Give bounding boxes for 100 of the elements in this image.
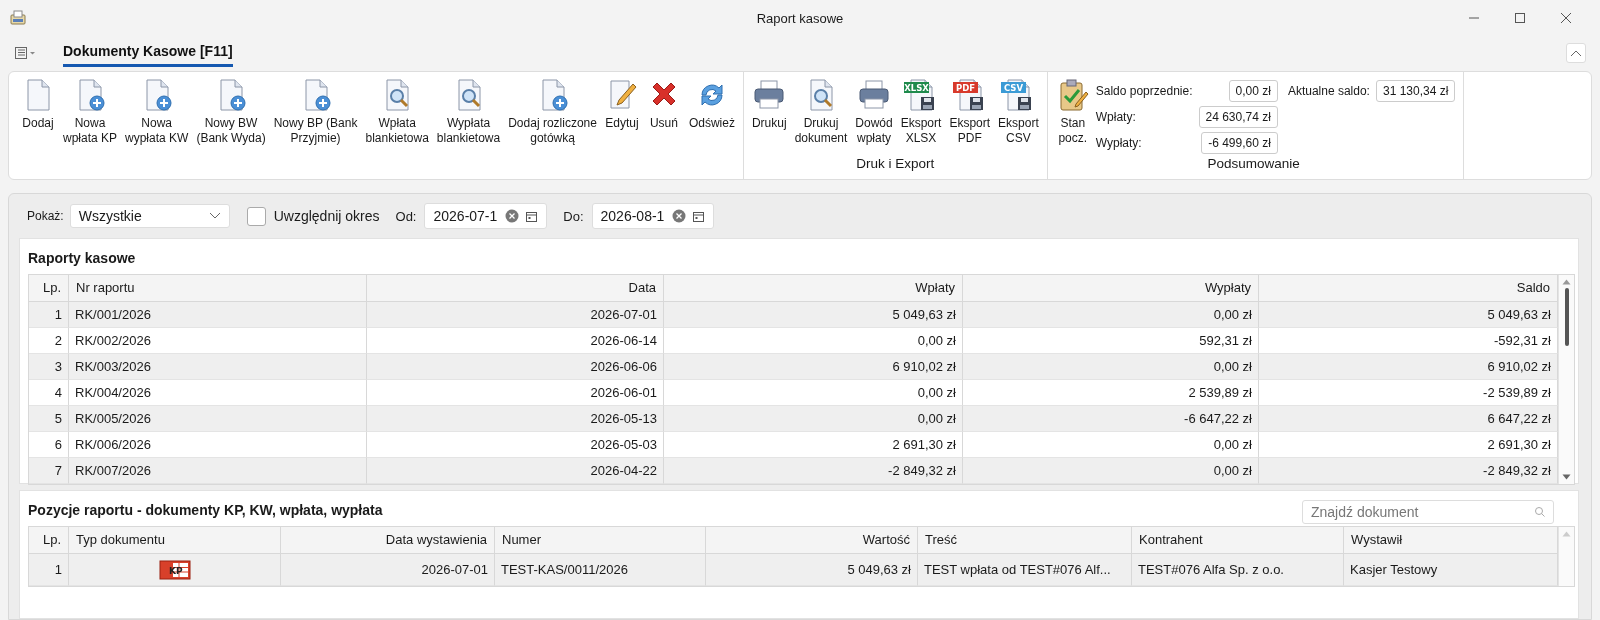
table-cell: 6 910,02 zł xyxy=(1259,354,1558,380)
summary-label: Wpłaty: xyxy=(1095,110,1137,124)
ribbon-button[interactable]: Dodaj rozliczone gotówką xyxy=(504,72,601,179)
menu-icon[interactable] xyxy=(14,45,38,60)
summary-label: Saldo poprzednie: xyxy=(1095,84,1193,98)
ribbon-button[interactable]: PDF Eksport PDF xyxy=(945,72,995,156)
clear-icon[interactable] xyxy=(672,209,687,223)
summary-label: Wypłaty: xyxy=(1095,136,1143,150)
calendar-icon[interactable] xyxy=(692,209,706,223)
collapse-button[interactable] xyxy=(1566,42,1586,63)
search-field[interactable]: Znajdź dokument xyxy=(1302,499,1554,524)
ribbon-button[interactable]: Dodaj xyxy=(17,72,59,179)
table-cell: -2 849,32 zł xyxy=(664,458,963,484)
table-cell: 5 049,63 zł xyxy=(664,302,963,328)
column-header[interactable]: Lp. xyxy=(29,275,69,302)
table-cell: -6 647,22 zł xyxy=(963,406,1259,432)
scroll-up-icon[interactable] xyxy=(1562,279,1571,285)
table-cell: 2026-05-13 xyxy=(367,406,664,432)
table-cell: 6 910,02 zł xyxy=(664,354,963,380)
scrollbar[interactable] xyxy=(1558,527,1574,586)
column-header[interactable]: Data xyxy=(367,275,664,302)
ribbon-button[interactable]: Wypłata blankietowa xyxy=(432,72,505,179)
ribbon-button[interactable]: Drukuj dokument xyxy=(790,72,852,156)
ribbon-button[interactable]: Edytuj xyxy=(600,72,643,179)
scroll-thumb[interactable] xyxy=(1564,288,1569,346)
ribbon-button[interactable]: CSV Eksport CSV xyxy=(994,72,1043,156)
table-cell: 1 xyxy=(29,302,69,328)
table-cell: 6 647,22 zł xyxy=(1259,406,1558,432)
chevron-up-icon xyxy=(1570,48,1582,57)
table-cell: 5 xyxy=(29,406,69,432)
table-cell: 5 049,63 zł xyxy=(706,554,918,586)
ribbon-button[interactable]: Nowy BP (Bank Przyjmie) xyxy=(269,72,362,179)
table-cell: 0,00 zł xyxy=(963,458,1259,484)
ribbon-button[interactable]: Nowa wpłata KP xyxy=(59,72,122,179)
table-cell: 5 049,63 zł xyxy=(1259,302,1558,328)
column-header[interactable]: Data wystawienia xyxy=(281,527,495,554)
group-label: Podsumowanie xyxy=(1206,156,1301,173)
document-type-icon: KP xyxy=(158,559,191,580)
column-header[interactable]: Numer xyxy=(495,527,706,554)
close-icon[interactable] xyxy=(1560,12,1572,24)
table-cell: 2026-04-22 xyxy=(367,458,664,484)
column-header[interactable]: Treść xyxy=(918,527,1132,554)
app-icon xyxy=(9,10,27,26)
table-cell: 0,00 zł xyxy=(664,406,963,432)
ribbon-button[interactable]: Usuń xyxy=(642,72,685,179)
ribbon-button[interactable]: Nowy BW (Bank Wyda) xyxy=(192,72,270,179)
search-icon xyxy=(1534,505,1546,518)
group-label: Druk i Export xyxy=(855,156,936,173)
table-cell: TEST#076 Alfa Sp. z o.o. xyxy=(1132,554,1344,586)
tab[interactable]: Dokumenty Kasowe [F11] xyxy=(63,38,233,67)
summary-value: 31 130,34 zł xyxy=(1375,80,1456,102)
table-cell: RK/005/2026 xyxy=(69,406,367,432)
table-cell: RK/001/2026 xyxy=(69,302,367,328)
date-label: Od: xyxy=(395,208,417,224)
table-cell: 2026-07-01 xyxy=(281,554,495,586)
table-cell: TEST-KAS/0011/2026 xyxy=(495,554,706,586)
column-header[interactable]: Wypłaty xyxy=(963,275,1259,302)
date-label: Do: xyxy=(563,208,584,224)
column-header[interactable]: Kontrahent xyxy=(1132,527,1344,554)
column-header[interactable]: Saldo xyxy=(1259,275,1558,302)
table-cell: 0,00 zł xyxy=(963,302,1259,328)
table-cell: 2026-07-01 xyxy=(367,302,664,328)
clear-icon[interactable] xyxy=(505,209,520,223)
ribbon-button[interactable]: Dowód wpłaty xyxy=(851,72,897,156)
column-header[interactable]: Typ dokumentu xyxy=(69,527,281,554)
ribbon-button[interactable]: Nowa wypłata KW xyxy=(121,72,193,179)
ribbon-button[interactable]: Odśwież xyxy=(684,72,739,179)
calendar-icon[interactable] xyxy=(525,209,539,223)
column-header[interactable]: Lp. xyxy=(29,527,69,554)
table-cell: Kasjer Testowy xyxy=(1344,554,1558,586)
date-field[interactable]: 2026-08-1 xyxy=(591,203,715,229)
table-cell: 1 xyxy=(29,554,69,586)
column-header[interactable]: Nr raportu xyxy=(69,275,367,302)
column-header[interactable]: Wpłaty xyxy=(664,275,963,302)
period-checkbox[interactable]: Uwzględnij okres xyxy=(246,206,380,226)
panel-title: Raporty kasowe xyxy=(28,249,137,268)
table-cell: 3 xyxy=(29,354,69,380)
ribbon-button[interactable]: Wpłata blankietowa xyxy=(361,72,433,179)
chevron-down-icon xyxy=(208,212,221,220)
ribbon-button[interactable]: Drukuj xyxy=(747,72,791,156)
column-header[interactable]: Wartość xyxy=(706,527,918,554)
table-cell: RK/003/2026 xyxy=(69,354,367,380)
printer-icon xyxy=(857,78,891,112)
table-cell: TEST wpłata od TEST#076 Alf... xyxy=(918,554,1132,586)
scrollbar[interactable] xyxy=(1558,275,1574,484)
show-dropdown[interactable]: Wszystkie xyxy=(69,204,230,228)
scroll-down-icon[interactable] xyxy=(1562,474,1571,480)
maximize-icon[interactable] xyxy=(1514,12,1526,24)
summary-label: Aktualne saldo: xyxy=(1287,84,1370,98)
panel-title: Pozycje raportu - dokumenty KP, KW, wpłata, wypłata xyxy=(28,501,383,520)
window-title: Raport kasowe xyxy=(756,10,844,26)
ribbon-button[interactable]: XLSX Eksport XLSX xyxy=(896,72,946,156)
table-cell: 0,00 zł xyxy=(963,354,1259,380)
date-field[interactable]: 2026-07-1 xyxy=(424,203,548,229)
summary-value: 24 630,74 zł xyxy=(1198,106,1278,128)
ribbon-button[interactable]: Stan pocz. xyxy=(1051,72,1094,156)
show-label: Pokaż: xyxy=(27,209,64,223)
table-cell: 2026-06-06 xyxy=(367,354,664,380)
printer-icon xyxy=(752,78,787,112)
column-header[interactable]: Wystawił xyxy=(1344,527,1558,554)
